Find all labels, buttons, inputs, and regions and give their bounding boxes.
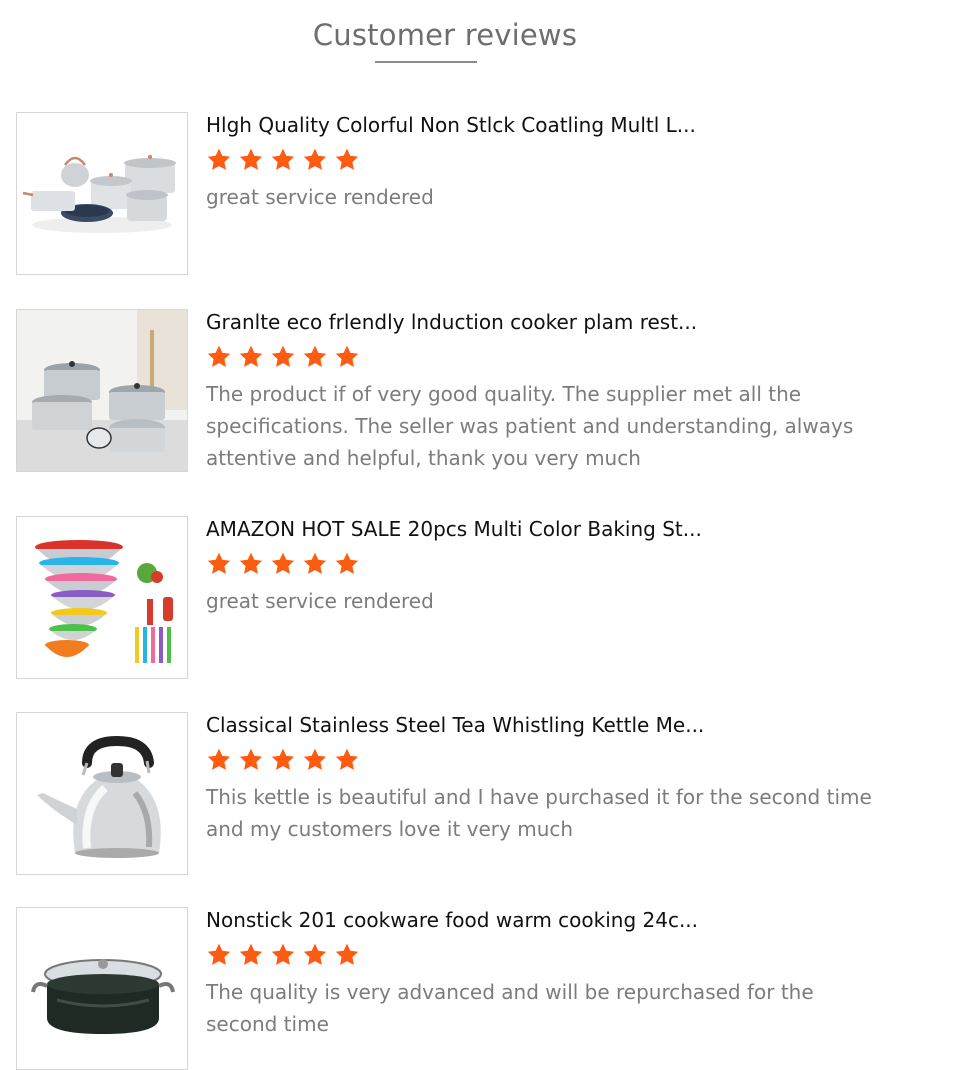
star-rating xyxy=(206,551,906,577)
page-title: Customer reviews xyxy=(312,18,578,52)
star-icon xyxy=(335,552,359,574)
star-rating xyxy=(206,344,906,370)
review-text: great service rendered xyxy=(206,185,434,209)
star-icon xyxy=(335,345,359,367)
product-name[interactable]: Hlgh Quality Colorful Non Stlck Coatling… xyxy=(206,112,906,138)
star-rating xyxy=(206,147,906,173)
product-name[interactable]: Classical Stainless Steel Tea Whistling … xyxy=(206,712,906,738)
page-header: Customer reviews xyxy=(0,18,890,52)
star-icon xyxy=(271,345,295,367)
pot-set-image[interactable] xyxy=(16,309,188,472)
star-icon xyxy=(303,148,327,170)
star-icon xyxy=(303,552,327,574)
title-underline xyxy=(375,61,477,63)
review-text: This kettle is beautiful and I have purc… xyxy=(206,785,872,841)
star-icon xyxy=(207,148,231,170)
star-icon xyxy=(335,748,359,770)
kettle-image[interactable] xyxy=(16,712,188,875)
star-icon xyxy=(239,943,263,965)
star-icon xyxy=(271,148,295,170)
star-icon xyxy=(207,345,231,367)
product-name[interactable]: AMAZON HOT SALE 20pcs Multi Color Baking… xyxy=(206,516,906,542)
star-icon xyxy=(207,748,231,770)
star-rating xyxy=(206,942,906,968)
star-icon xyxy=(207,552,231,574)
star-icon xyxy=(271,943,295,965)
review-text: The product if of very good quality. The… xyxy=(206,382,854,470)
product-name[interactable]: Nonstick 201 cookware food warm cooking … xyxy=(206,907,906,933)
review-text: The quality is very advanced and will be… xyxy=(206,980,814,1036)
mixing-bowls-image[interactable] xyxy=(16,516,188,679)
cookware-set-image[interactable] xyxy=(16,112,188,275)
star-icon xyxy=(239,552,263,574)
star-icon xyxy=(207,943,231,965)
star-icon xyxy=(271,552,295,574)
star-icon xyxy=(303,943,327,965)
star-icon xyxy=(303,748,327,770)
star-icon xyxy=(239,345,263,367)
casserole-pot-image[interactable] xyxy=(16,907,188,1070)
star-icon xyxy=(335,148,359,170)
product-name[interactable]: Granlte eco frlendly lnduction cooker pl… xyxy=(206,309,906,335)
review-text: great service rendered xyxy=(206,589,434,613)
star-rating xyxy=(206,747,906,773)
star-icon xyxy=(271,748,295,770)
star-icon xyxy=(303,345,327,367)
star-icon xyxy=(335,943,359,965)
star-icon xyxy=(239,748,263,770)
star-icon xyxy=(239,148,263,170)
